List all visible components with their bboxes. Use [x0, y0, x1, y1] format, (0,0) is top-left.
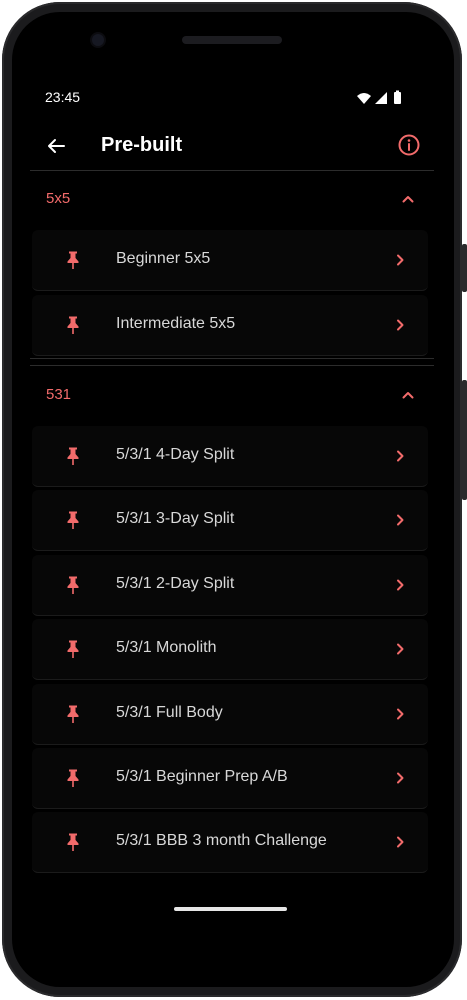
list-item-label: 5/3/1 BBB 3 month Challenge	[116, 832, 327, 849]
chevron-up-icon[interactable]	[400, 191, 416, 207]
list-item[interactable]: 5/3/1 Beginner Prep A/B	[32, 748, 428, 809]
pin-icon	[67, 576, 79, 594]
battery-icon	[394, 92, 401, 104]
chevron-right-icon	[397, 254, 404, 266]
list-item-label: 5/3/1 Beginner Prep A/B	[116, 768, 288, 785]
wifi-icon	[357, 93, 371, 104]
list-item[interactable]: 5/3/1 BBB 3 month Challenge	[32, 812, 428, 873]
list-item[interactable]: 5/3/1 4-Day Split	[32, 426, 428, 487]
section-header-531[interactable]: 531	[30, 367, 434, 423]
chevron-right-icon	[397, 772, 404, 784]
earpiece-speaker	[182, 36, 282, 44]
list-item-label: Beginner 5x5	[116, 250, 211, 267]
pin-icon	[67, 316, 79, 334]
list-item-label: 5/3/1 Full Body	[116, 704, 223, 721]
signal-icon	[375, 92, 387, 104]
list-item-label: 5/3/1 3-Day Split	[116, 510, 235, 527]
chevron-right-icon	[397, 579, 404, 591]
chevron-right-icon	[397, 514, 404, 526]
pin-icon	[67, 447, 79, 465]
list-item[interactable]: 5/3/1 3-Day Split	[32, 490, 428, 551]
home-indicator[interactable]	[174, 907, 287, 911]
section-header-5x5[interactable]: 5x5	[30, 171, 434, 227]
pin-icon	[67, 251, 79, 269]
chevron-right-icon	[397, 836, 404, 848]
chevron-right-icon	[397, 450, 404, 462]
pin-icon	[67, 769, 79, 787]
section-title: 5x5	[46, 190, 71, 207]
divider	[30, 358, 434, 359]
chevron-up-icon[interactable]	[400, 387, 416, 403]
list-item[interactable]: 5/3/1 Monolith	[32, 619, 428, 680]
status-icons	[357, 90, 401, 104]
status-time: 23:45	[45, 89, 81, 105]
section-title: 531	[46, 386, 72, 403]
power-button	[462, 244, 467, 292]
chevron-right-icon	[397, 708, 404, 720]
back-arrow-icon[interactable]	[44, 134, 68, 158]
pin-icon	[67, 511, 79, 529]
volume-button	[462, 380, 467, 500]
app-bar: Pre-built	[12, 120, 454, 170]
phone-device: 23:45 Pre-built 5x5 Beginner 5x5 Interme…	[0, 0, 467, 1000]
screen: 23:45 Pre-built 5x5 Beginner 5x5 Interme…	[12, 12, 454, 987]
chevron-right-icon	[397, 643, 404, 655]
pin-icon	[67, 640, 79, 658]
chevron-right-icon	[397, 319, 404, 331]
list-item-label: 5/3/1 4-Day Split	[116, 446, 235, 463]
list-item-label: 5/3/1 2-Day Split	[116, 575, 235, 592]
list-item-label: 5/3/1 Monolith	[116, 639, 217, 656]
pin-icon	[67, 833, 79, 851]
list-item[interactable]: 5/3/1 2-Day Split	[32, 555, 428, 616]
list-item[interactable]: Intermediate 5x5	[32, 295, 428, 356]
list-item-label: Intermediate 5x5	[116, 315, 236, 332]
info-icon[interactable]	[397, 133, 421, 157]
pin-icon	[67, 705, 79, 723]
list-item[interactable]: Beginner 5x5	[32, 230, 428, 291]
page-title: Pre-built	[101, 134, 183, 156]
divider	[30, 365, 434, 366]
status-bar: 23:45	[12, 86, 454, 110]
front-camera	[92, 34, 104, 46]
list-item[interactable]: 5/3/1 Full Body	[32, 684, 428, 745]
